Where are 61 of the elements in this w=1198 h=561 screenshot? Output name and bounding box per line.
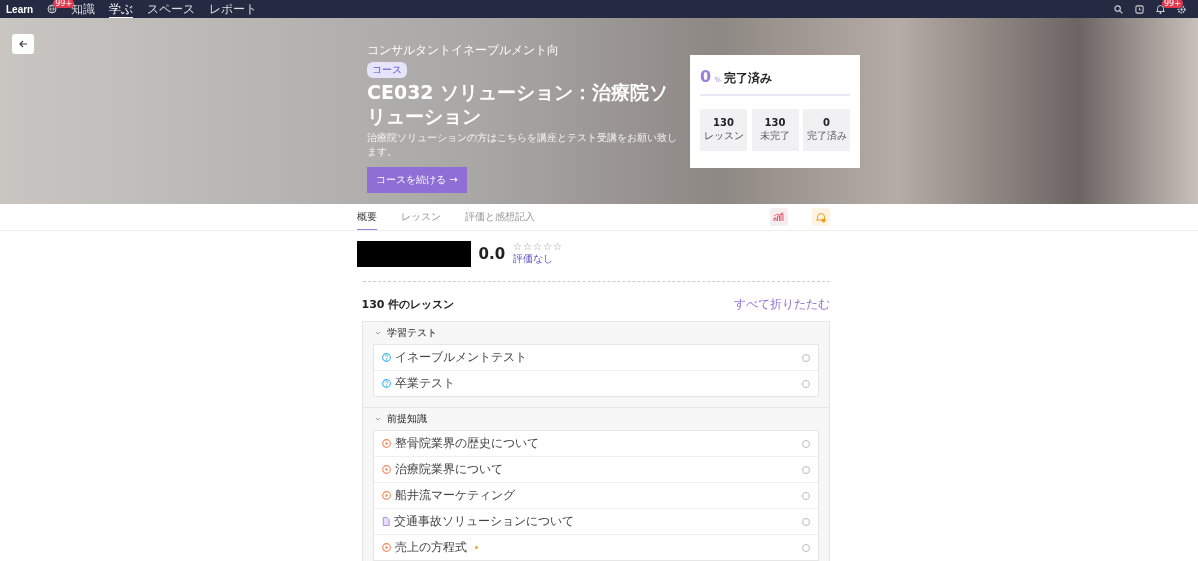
back-button[interactable]	[12, 34, 34, 54]
lesson-title[interactable]: イネーブルメントテスト	[394, 349, 527, 366]
globe-icon[interactable]	[47, 4, 58, 14]
rating-caption: 評価なし	[513, 252, 555, 266]
app-logo[interactable]: Learn	[6, 3, 34, 15]
lesson-title[interactable]: 売上の方程式	[394, 539, 467, 556]
section-title[interactable]: 学習テスト	[386, 326, 437, 340]
lesson-item[interactable]: 卒業テスト	[373, 371, 818, 396]
nav-link[interactable]: 学ぶ	[109, 0, 134, 18]
course-title: CE032 ソリューション：治療院ソリューション	[367, 80, 670, 128]
lesson-title[interactable]: 船井流マーケティング	[394, 487, 515, 504]
lesson-item[interactable]: 整骨院業界の歴史について	[373, 431, 818, 457]
lesson-item[interactable]: 交通事故ソリューションについて	[373, 509, 818, 535]
star-icon: ☆	[533, 242, 542, 252]
play-icon	[381, 439, 391, 448]
stat-value: 0	[823, 117, 830, 128]
notification-badge: 99+	[1162, 0, 1183, 8]
star-icon: ☆	[523, 242, 532, 252]
tab[interactable]: 概要	[356, 204, 377, 230]
chart-button[interactable]	[769, 208, 788, 226]
question-icon	[381, 379, 391, 388]
lesson-item[interactable]: 売上の方程式	[373, 535, 818, 560]
play-icon	[381, 543, 391, 552]
lesson-title[interactable]: 整骨院業界の歴史について	[394, 435, 539, 452]
lesson-title[interactable]: 交通事故ソリューションについて	[393, 513, 574, 530]
chevron-icon[interactable]	[374, 416, 381, 422]
star-icon: ☆	[543, 242, 552, 252]
chevron-icon[interactable]	[374, 330, 381, 336]
play-icon	[381, 465, 391, 474]
stat-value: 130	[764, 117, 786, 128]
question-icon	[381, 353, 391, 362]
star-icon: ☆	[513, 242, 523, 252]
play-icon	[381, 491, 391, 500]
stat-value: 130	[713, 117, 734, 128]
lesson-title[interactable]: 治療院業界について	[394, 461, 503, 478]
settings-icon[interactable]	[1177, 4, 1186, 14]
bell-icon[interactable]	[1156, 4, 1165, 14]
lesson-item[interactable]: 船井流マーケティング	[373, 483, 818, 509]
stat-label: レッスン	[703, 129, 744, 143]
nav-link[interactable]: レポート	[209, 0, 258, 18]
search-icon[interactable]	[1114, 4, 1123, 14]
progress-percent: 0	[700, 67, 712, 86]
course-tag: コース	[367, 62, 407, 78]
lessons-heading: 130 件のレッスン	[361, 297, 455, 312]
lesson-item[interactable]: イネーブルメントテスト	[373, 345, 818, 371]
progress-label: 完了済み	[723, 70, 772, 87]
chart-icon	[773, 212, 784, 222]
rating-score: 0.0	[478, 245, 506, 263]
lesson-item[interactable]: 治療院業界について	[373, 457, 818, 483]
continue-course-button[interactable]: コースを続ける →	[367, 167, 467, 193]
document-icon	[381, 517, 390, 526]
star-icon: ☆	[552, 242, 562, 252]
stat-label: 完了済み	[806, 129, 847, 143]
alarm-clock-icon[interactable]	[1135, 4, 1144, 14]
lesson-title[interactable]: 卒業テスト	[394, 375, 455, 392]
nav-link[interactable]: スペース	[147, 0, 196, 18]
collapse-all-link[interactable]: すべて折りたたむ	[733, 296, 830, 313]
section-title[interactable]: 前提知識	[386, 412, 427, 426]
bell-icon	[815, 211, 826, 223]
back-arrow-icon	[18, 39, 28, 49]
stat-label: 未完了	[760, 129, 790, 143]
